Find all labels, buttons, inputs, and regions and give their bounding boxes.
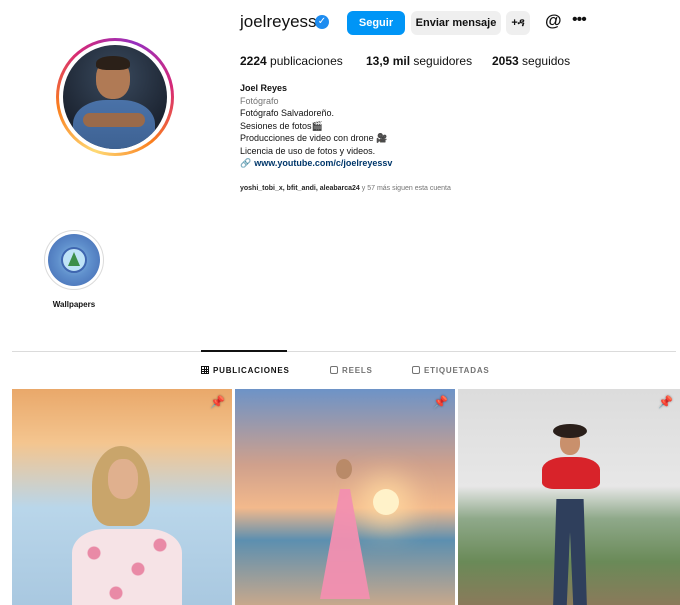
post-figure <box>108 459 138 499</box>
avatar-hair <box>96 56 130 70</box>
bio-category: Fotógrafo <box>240 95 279 106</box>
bio-line: Producciones de video con drone 🎥 <box>240 133 388 143</box>
verified-badge-icon: ✓ <box>315 15 329 29</box>
stat-posts: 2224 publicaciones <box>240 54 343 68</box>
following-label: seguidos <box>522 54 571 68</box>
avatar-arms <box>83 113 145 127</box>
pin-icon: 📌 <box>210 395 225 409</box>
tab-etiquetadas[interactable]: ETIQUETADAS <box>412 366 490 375</box>
post-thumbnail[interactable]: 📌 <box>12 389 232 605</box>
avatar-photo <box>63 45 167 149</box>
tab-active-indicator <box>201 350 287 352</box>
following-count: 2053 <box>492 54 519 68</box>
bio-line: Fotógrafo Salvadoreño. <box>240 108 335 118</box>
highlight-wallpapers[interactable] <box>44 230 104 290</box>
profile-avatar[interactable] <box>56 38 174 156</box>
tab-reels[interactable]: REELS <box>330 366 373 375</box>
add-user-icon[interactable]: +ዳ <box>506 11 530 35</box>
tab-label: PUBLICACIONES <box>213 366 290 375</box>
bio-line: Licencia de uso de fotos y videos. <box>240 145 376 156</box>
send-message-button[interactable]: Enviar mensaje <box>411 11 501 35</box>
profile-username: joelreyessv <box>240 12 326 31</box>
reels-icon <box>330 366 338 374</box>
post-figure <box>320 489 370 599</box>
tab-label: ETIQUETADAS <box>424 366 490 375</box>
followed-by-rest: y 57 más siguen esta cuenta <box>359 185 451 192</box>
bio-line: Sesiones de fotos🎬 <box>240 120 323 131</box>
tabs-divider <box>12 351 676 352</box>
post-figure <box>542 457 600 489</box>
followers-label: seguidores <box>413 54 473 68</box>
highlight-cover <box>48 234 100 286</box>
grid-icon <box>201 366 209 374</box>
link-icon: 🔗 <box>240 158 252 168</box>
post-figure <box>336 459 352 479</box>
pin-icon: 📌 <box>658 395 673 409</box>
tagged-icon <box>412 366 420 374</box>
stat-following[interactable]: 2053 seguidos <box>492 54 570 68</box>
highlight-label: Wallpapers <box>52 300 96 309</box>
post-figure <box>373 489 399 515</box>
post-thumbnail[interactable]: 📌 <box>458 389 680 605</box>
tab-publicaciones[interactable]: PUBLICACIONES <box>201 366 290 375</box>
follow-button[interactable]: Seguir <box>347 11 405 35</box>
bio-link-row: 🔗 www.youtube.com/c/joelreyessv <box>240 157 392 170</box>
posts-label: publicaciones <box>270 54 343 68</box>
stat-followers[interactable]: 13,9 mil seguidores <box>366 54 472 68</box>
pin-icon: 📌 <box>433 395 448 409</box>
bio-link[interactable]: www.youtube.com/c/joelreyessv <box>254 158 392 168</box>
post-figure <box>72 529 182 605</box>
profile-bio: Joel Reyes Fotógrafo Fotógrafo Salvadore… <box>240 82 392 170</box>
posts-count: 2224 <box>240 54 267 68</box>
threads-icon[interactable]: @ <box>545 11 562 31</box>
post-figure <box>553 424 587 438</box>
bio-name: Joel Reyes <box>240 83 288 93</box>
followed-by[interactable]: yoshi_tobi_x, bfit_andi, aleabarca24 y 5… <box>240 185 451 192</box>
post-thumbnail[interactable]: 📌 <box>235 389 455 605</box>
followed-by-names: yoshi_tobi_x, bfit_andi, aleabarca24 <box>240 185 360 192</box>
avatar-frame <box>59 41 171 153</box>
followers-count: 13,9 mil <box>366 54 411 68</box>
tab-label: REELS <box>342 366 373 375</box>
post-figure <box>553 499 587 605</box>
more-options-icon[interactable]: ••• <box>572 11 590 31</box>
